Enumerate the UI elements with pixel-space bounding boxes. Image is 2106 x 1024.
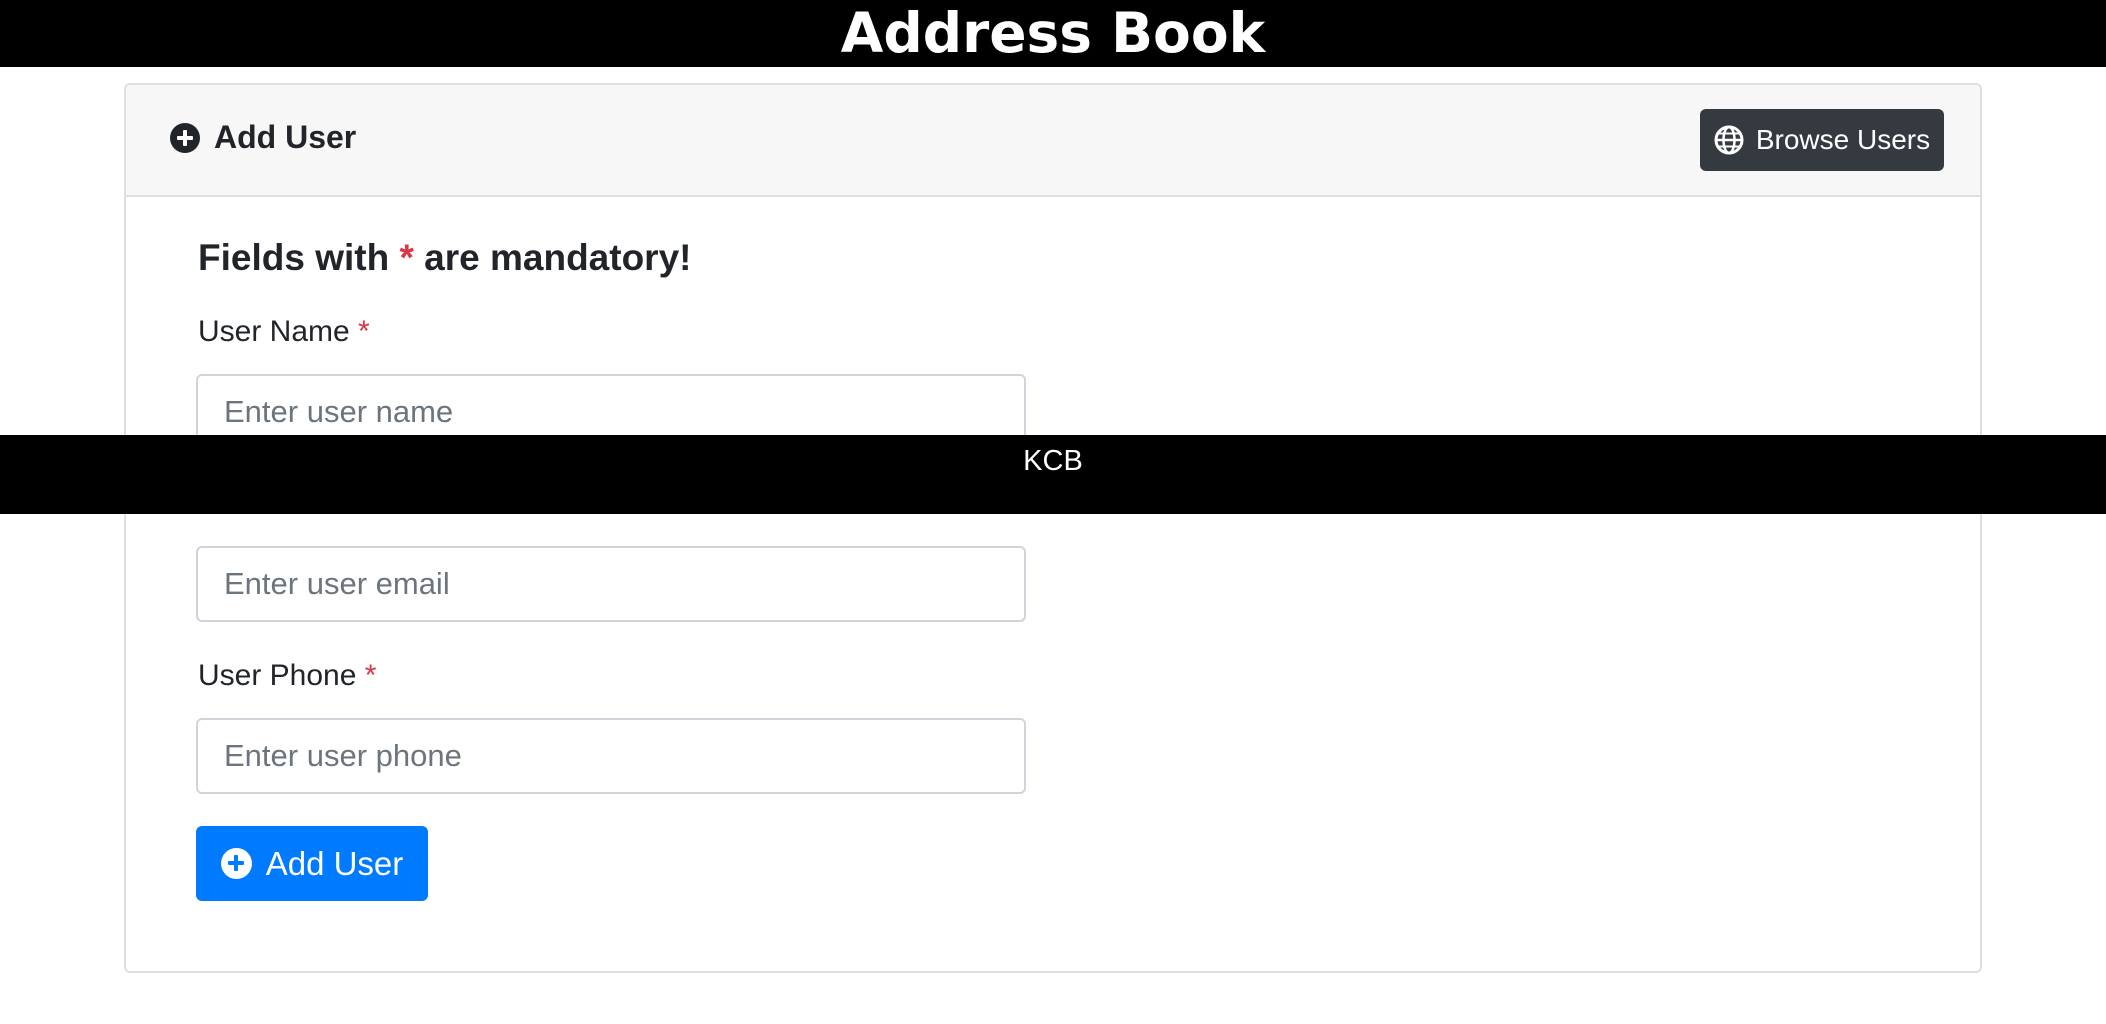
- add-user-card: Add User Browse Users Fields with * are …: [124, 83, 1982, 973]
- overlay-banner-text: KCB: [1023, 445, 1083, 477]
- mandatory-marker: *: [399, 237, 414, 278]
- mandatory-suffix: are mandatory!: [413, 237, 692, 278]
- user-name-required-marker: *: [358, 315, 370, 348]
- user-name-label-text: User Name: [198, 315, 350, 348]
- card-header: Add User Browse Users: [126, 85, 1980, 197]
- add-user-button[interactable]: Add User: [196, 826, 428, 901]
- card-title-text: Add User: [214, 119, 357, 155]
- card-title: Add User: [170, 119, 356, 156]
- add-user-button-label: Add User: [265, 844, 404, 882]
- app-title: Address Book: [840, 1, 1266, 65]
- overlay-banner: KCB: [0, 435, 2106, 514]
- globe-icon: [1714, 125, 1744, 155]
- plus-circle-icon: [220, 848, 252, 879]
- browse-users-label: Browse Users: [1755, 124, 1931, 155]
- app-header-bar: Address Book: [0, 0, 2106, 67]
- mandatory-note: Fields with * are mandatory!: [198, 237, 691, 279]
- user-name-label: User Name *: [198, 315, 370, 349]
- plus-circle-icon: [170, 122, 200, 153]
- user-phone-label-text: User Phone: [198, 659, 357, 692]
- user-email-input[interactable]: [196, 546, 1026, 622]
- browse-users-button[interactable]: Browse Users: [1700, 109, 1944, 171]
- user-phone-required-marker: *: [364, 659, 377, 692]
- user-phone-label: User Phone *: [198, 659, 376, 693]
- user-phone-input[interactable]: [196, 718, 1026, 794]
- mandatory-prefix: Fields with: [198, 237, 400, 278]
